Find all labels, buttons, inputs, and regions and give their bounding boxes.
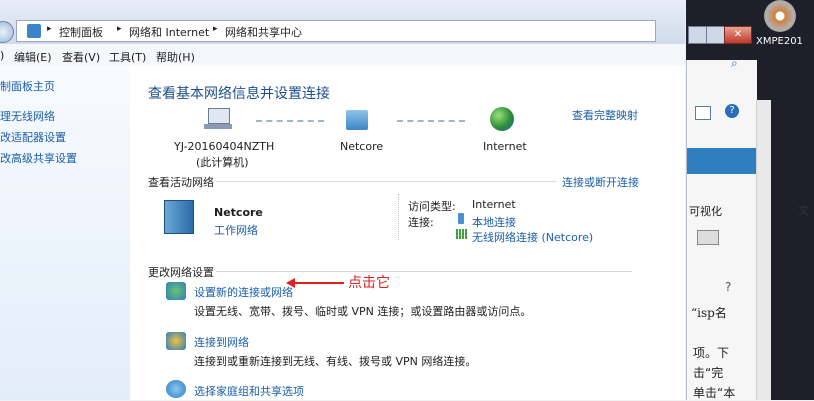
chevron-right-icon: ▸ <box>47 24 52 34</box>
homegroup-icon <box>166 380 186 398</box>
access-type-value: Internet <box>472 198 516 211</box>
minimize-button[interactable] <box>688 26 708 44</box>
new-connection-icon <box>166 282 186 300</box>
router-icon <box>346 110 368 130</box>
bg-text-3: 击“完 <box>693 366 724 380</box>
divider <box>216 271 632 272</box>
divider <box>216 181 556 182</box>
network-type-link[interactable]: 工作网络 <box>214 222 258 238</box>
active-networks-header: 查看活动网络 <box>148 176 214 189</box>
task-homegroup-link[interactable]: 选择家庭组和共享选项 <box>194 383 304 399</box>
map-connector-2 <box>397 120 465 124</box>
change-settings-header: 更改网络设置 <box>148 266 214 279</box>
close-button[interactable]: ✕ <box>724 26 752 44</box>
sidebar-item-home[interactable]: 制面板主页 <box>0 78 55 94</box>
blue-band <box>687 148 757 174</box>
scrollbar[interactable] <box>756 100 771 400</box>
sidebar-item-wireless[interactable]: 理无线网络 <box>0 108 55 124</box>
connect-network-icon <box>166 332 186 350</box>
task-new-connection-link[interactable]: 设置新的连接或网络 <box>194 284 293 300</box>
search-icon[interactable]: ⌕ <box>731 56 738 71</box>
bg-window-title: XMPE201 <box>756 36 803 47</box>
chevron-right-icon: ▸ <box>213 24 218 34</box>
map-network-name: Netcore <box>340 140 384 153</box>
globe-icon <box>490 107 514 131</box>
menu-item-tools[interactable]: 工具(T) <box>109 49 146 65</box>
breadcrumb-item[interactable]: 网络和共享中心 <box>225 24 302 40</box>
bg-keyboard-icon <box>697 230 719 245</box>
panel-toggle-icon[interactable] <box>695 106 711 120</box>
address-bar-area: ▸ 控制面板 ▸ 网络和 Internet ▸ 网络和共享中心 <box>0 0 685 44</box>
bg-tab-visualize[interactable]: 可视化 <box>689 203 722 219</box>
ethernet-icon <box>458 213 464 224</box>
wifi-signal-icon <box>456 229 467 239</box>
local-connection-link[interactable]: 本地连接 <box>472 214 516 230</box>
connection-label: 连接: <box>408 216 434 229</box>
task-new-connection-desc: 设置无线、宽带、拨号、临时或 VPN 连接；或设置路由器或访问点。 <box>194 305 532 318</box>
connect-disconnect-link[interactable]: 连接或断开连接 <box>562 174 639 190</box>
bg-text-4: 单击“本 <box>693 386 736 400</box>
menu-item-help[interactable]: 帮助(H) <box>156 49 195 65</box>
help-icon[interactable]: ? <box>725 104 739 118</box>
bg-tab-2[interactable]: 文 <box>798 202 809 218</box>
sidebar-item-adapter[interactable]: 改适配器设置 <box>0 129 66 145</box>
maximize-button[interactable] <box>706 26 726 44</box>
menu-item-partial[interactable]: ) <box>0 49 4 62</box>
menu-item-view[interactable]: 查看(V) <box>62 49 100 65</box>
menu-bar: ) 编辑(E) 查看(V) 工具(T) 帮助(H) <box>0 44 685 67</box>
task-connect-network-desc: 连接到或重新连接到无线、有线、拨号或 VPN 网络连接。 <box>194 355 477 368</box>
breadcrumb-item[interactable]: 网络和 Internet <box>129 24 209 40</box>
menu-item-edit[interactable]: 编辑(E) <box>14 49 52 65</box>
breadcrumb-item[interactable]: 控制面板 <box>59 24 103 40</box>
address-field[interactable]: ▸ 控制面板 ▸ 网络和 Internet ▸ 网络和共享中心 <box>16 20 656 42</box>
bg-text-1: “isp名 <box>691 306 727 320</box>
bg-text-2: 项。下 <box>693 346 730 360</box>
map-internet-label: Internet <box>483 140 527 153</box>
sidebar-item-sharing[interactable]: 改高级共享设置 <box>0 150 77 166</box>
annotation-arrow <box>286 278 344 288</box>
sidebar: 制面板主页 理无线网络 改适配器设置 改高级共享设置 <box>0 66 131 400</box>
chevron-right-icon: ▸ <box>117 24 122 34</box>
disc-icon <box>764 0 796 32</box>
computer-sub: (此计算机) <box>196 156 249 169</box>
map-connector-1 <box>256 120 324 124</box>
network-building-icon <box>164 200 194 234</box>
bg-help-icon: ? <box>725 280 732 294</box>
task-connect-network-link[interactable]: 连接到网络 <box>194 334 249 350</box>
computer-icon <box>204 108 232 130</box>
page-title: 查看基本网络信息并设置连接 <box>148 86 330 102</box>
background-window-content: ⌕ ? 可视化 ? “isp名 项。下 击“完 单击“本 <box>686 56 757 400</box>
active-network-name: Netcore <box>214 206 263 219</box>
vertical-divider <box>398 194 400 240</box>
annotation-text: 点击它 <box>348 275 390 291</box>
full-map-link[interactable]: 查看完整映射 <box>572 107 638 123</box>
network-icon <box>27 24 41 38</box>
back-button[interactable] <box>0 21 14 43</box>
computer-name: YJ-20160404NZTH <box>174 140 275 153</box>
access-type-label: 访问类型: <box>408 200 456 213</box>
main-panel: 查看基本网络信息并设置连接 查看完整映射 YJ-20160404NZTH (此计… <box>130 66 685 400</box>
wireless-connection-link[interactable]: 无线网络连接 (Netcore) <box>472 229 593 245</box>
